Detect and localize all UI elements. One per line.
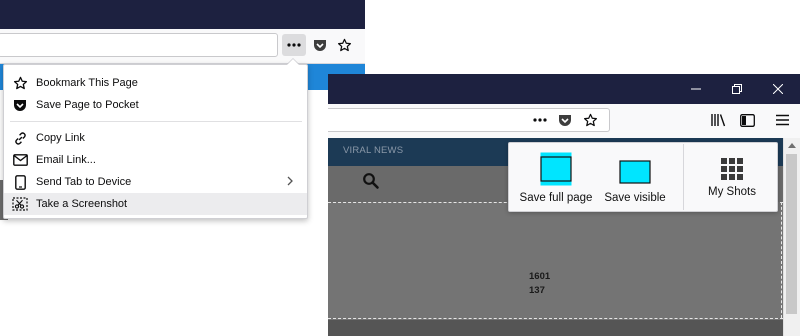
minimize-button[interactable] — [676, 74, 716, 104]
selection-border-bottom — [328, 318, 783, 319]
close-icon — [773, 84, 783, 94]
restore-icon — [732, 84, 742, 94]
search-icon — [363, 173, 379, 189]
hamburger-menu-icon — [775, 114, 789, 126]
menu-item-bookmark-page[interactable]: Bookmark This Page — [4, 72, 307, 94]
chevron-right-icon — [287, 176, 293, 189]
menu-item-email-link[interactable]: Email Link... — [4, 149, 307, 171]
menu-item-save-to-pocket[interactable]: Save Page to Pocket — [4, 94, 307, 116]
library-button[interactable] — [707, 108, 731, 132]
left-window-titlebar — [0, 0, 365, 29]
my-shots-button[interactable]: My Shots — [690, 144, 774, 210]
menu-item-label: Copy Link — [36, 132, 85, 144]
scroll-up-button[interactable] — [783, 138, 800, 152]
star-icon — [583, 113, 597, 126]
save-full-page-button[interactable]: Save full page — [514, 144, 598, 210]
left-url-bar[interactable] — [0, 33, 278, 57]
star-icon — [12, 75, 28, 91]
menu-separator — [10, 121, 302, 122]
pocket-icon — [314, 39, 326, 51]
save-full-page-label: Save full page — [519, 192, 593, 204]
menu-item-take-screenshot[interactable]: Take a Screenshot — [4, 193, 307, 215]
my-shots-label: My Shots — [708, 186, 756, 198]
menu-item-label: Email Link... — [36, 154, 96, 166]
visible-area-icon — [619, 160, 651, 184]
selection-height-label: 137 — [529, 285, 545, 296]
pocket-button-right[interactable] — [553, 108, 577, 132]
dimmed-page-area — [328, 202, 783, 336]
bookmark-star-button-right[interactable] — [578, 108, 602, 132]
link-icon — [12, 130, 28, 146]
page-actions-button-right[interactable] — [528, 108, 552, 132]
pocket-button[interactable] — [310, 34, 330, 56]
mail-icon — [12, 152, 28, 168]
menu-item-send-tab-to-device[interactable]: Send Tab to Device — [4, 171, 307, 193]
sidebar-icon — [739, 113, 755, 127]
grid-icon — [721, 158, 743, 180]
main-menu-button[interactable] — [770, 108, 794, 132]
minimize-icon — [691, 88, 701, 90]
screenshot-icon — [12, 196, 28, 212]
bookmark-star-button[interactable] — [333, 34, 355, 56]
pocket-icon — [559, 114, 571, 126]
menu-item-label: Bookmark This Page — [36, 77, 138, 89]
close-button[interactable] — [758, 74, 798, 104]
chevron-up-icon — [787, 142, 796, 148]
menu-item-label: Send Tab to Device — [36, 176, 132, 188]
page-bottom-strip — [328, 320, 783, 336]
page-actions-button[interactable] — [282, 34, 306, 56]
library-icon — [711, 114, 726, 127]
more-dots-icon — [533, 118, 547, 122]
save-visible-button[interactable]: Save visible — [600, 144, 670, 210]
sidebar-button[interactable] — [735, 108, 759, 132]
save-visible-label: Save visible — [604, 192, 666, 204]
restore-button[interactable] — [717, 74, 757, 104]
site-search-button[interactable] — [362, 172, 380, 190]
menu-pointer-arrow-fill — [287, 59, 299, 65]
selection-border-right — [781, 202, 782, 318]
screenshot-panel-divider — [683, 144, 684, 210]
menu-item-label: Take a Screenshot — [36, 198, 128, 210]
pocket-icon — [12, 97, 28, 113]
menu-item-label: Save Page to Pocket — [36, 99, 139, 111]
full-page-icon — [540, 152, 572, 186]
star-icon — [337, 38, 351, 51]
device-icon — [12, 174, 28, 190]
more-dots-icon — [287, 43, 301, 47]
scrollbar-thumb[interactable] — [786, 154, 797, 314]
selection-width-label: 1601 — [529, 271, 551, 282]
menu-item-copy-link[interactable]: Copy Link — [4, 127, 307, 149]
nav-link-viral-news[interactable]: VIRAL NEWS — [343, 145, 403, 156]
